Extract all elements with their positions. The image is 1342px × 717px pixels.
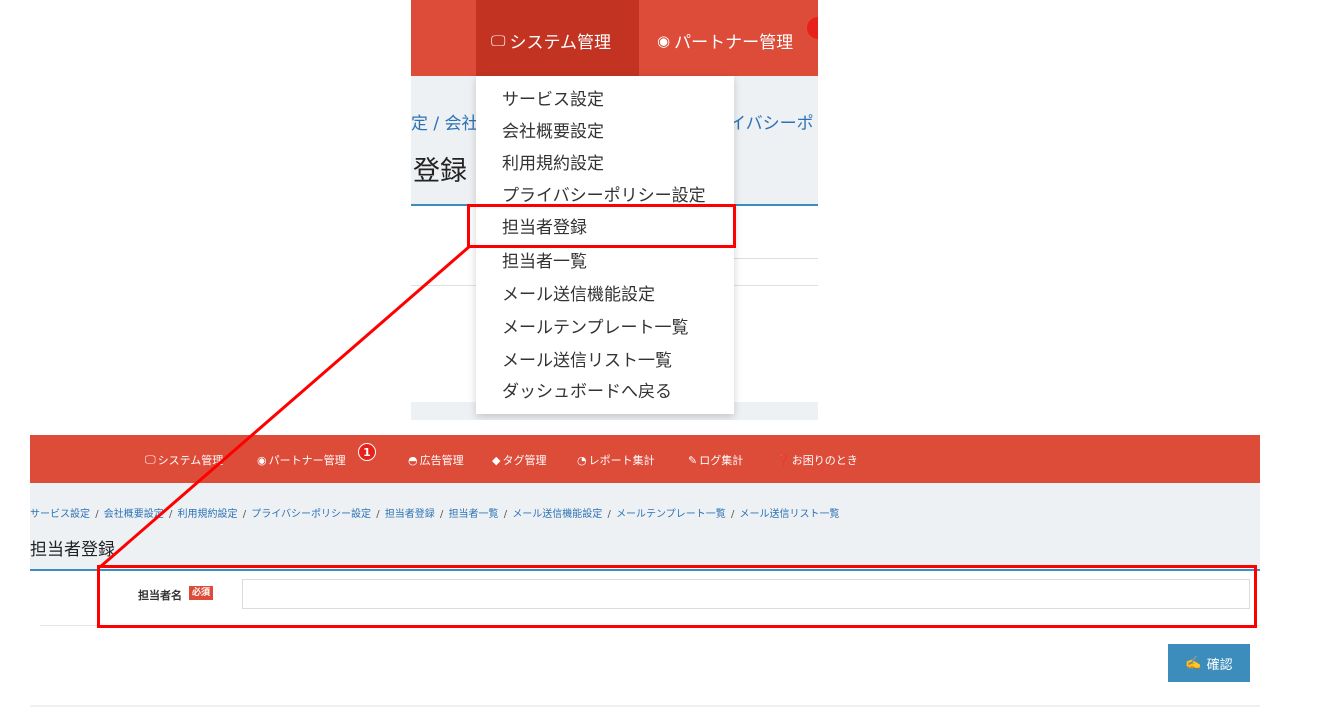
nav-system-label: システム管理: [157, 454, 224, 467]
breadcrumb-item[interactable]: メール送信リスト一覧: [740, 509, 840, 520]
nav-partner-label: パートナー管理: [268, 454, 346, 467]
nav-help[interactable]: ❓ お困りのとき: [776, 452, 858, 468]
zoom-tab-partner-label: パートナー管理: [674, 33, 794, 53]
zoom-tab-system-label: システム管理: [509, 33, 611, 53]
breadcrumb-item[interactable]: サービス設定: [30, 509, 90, 520]
breadcrumb-item[interactable]: 利用規約設定: [178, 509, 238, 520]
breadcrumb-item[interactable]: 担当者登録: [385, 509, 435, 520]
breadcrumb: サービス設定 / 会社概要設定 / 利用規約設定 / プライバシーポリシー設定 …: [30, 505, 840, 520]
edit-icon: ✍: [1185, 655, 1202, 670]
nav-logs[interactable]: ✎ ログ集計: [688, 452, 743, 468]
nav-ads[interactable]: ◓ 広告管理: [408, 452, 464, 468]
breadcrumb-item[interactable]: 会社概要設定: [104, 509, 164, 520]
nav-system[interactable]: 🖵 システム管理: [145, 452, 223, 468]
nav-ads-label: 広告管理: [419, 454, 464, 467]
zoom-page-title: 登録: [413, 156, 467, 187]
zoom-breadcrumb-right: イバシーポ: [729, 114, 814, 134]
tag-icon: ◆: [492, 453, 501, 467]
nav-partner[interactable]: ◉ パートナー管理: [257, 452, 346, 468]
breadcrumb-separator: /: [607, 509, 611, 520]
zoom-tab-partner[interactable]: ◉ パートナー管理: [657, 28, 794, 54]
highlight-box-menu-item: [467, 204, 736, 248]
menu-item-mail-settings[interactable]: メール送信機能設定: [502, 285, 655, 305]
highlight-box-input-row: [97, 565, 1257, 628]
nav-tags[interactable]: ◆ タグ管理: [492, 452, 546, 468]
menu-item-staff-list[interactable]: 担当者一覧: [502, 252, 587, 272]
monitor-icon: 🖵: [491, 31, 506, 50]
page-title: 担当者登録: [30, 540, 115, 560]
question-circle-icon: ❓: [776, 453, 790, 467]
zoom-breadcrumb-left: 定 / 会社: [411, 114, 479, 134]
pencil-icon: ✎: [688, 453, 698, 467]
eye-icon: ◉: [257, 453, 267, 467]
breadcrumb-separator: /: [503, 509, 508, 520]
notification-badge: 1: [358, 443, 376, 461]
menu-item-company-settings[interactable]: 会社概要設定: [502, 122, 604, 142]
zoom-row-divider: [731, 258, 818, 259]
menu-item-privacy-settings[interactable]: プライバシーポリシー設定: [502, 186, 706, 203]
eye-icon: ◉: [657, 31, 671, 50]
menu-item-back-dashboard[interactable]: ダッシュボードへ戻る: [502, 382, 672, 402]
dashboard-icon: ◓: [408, 453, 418, 467]
menu-item-mail-lists[interactable]: メール送信リスト一覧: [502, 351, 672, 371]
pie-chart-icon: ◔: [577, 453, 587, 467]
nav-logs-label: ログ集計: [699, 454, 744, 467]
breadcrumb-separator: /: [168, 509, 173, 520]
nav-help-label: お困りのとき: [791, 454, 858, 467]
breadcrumb-item[interactable]: 担当者一覧: [449, 509, 499, 520]
confirm-button-label: 確認: [1206, 656, 1233, 672]
breadcrumb-separator: /: [730, 509, 735, 520]
breadcrumb-item[interactable]: メール送信機能設定: [512, 509, 602, 520]
nav-tags-label: タグ管理: [502, 454, 547, 467]
main-navbar: 🖵 システム管理 ◉ パートナー管理 1 ◓ 広告管理 ◆ タグ管理 ◔ レポー…: [30, 435, 1260, 483]
nav-reports-label: レポート集計: [588, 454, 655, 467]
zoom-tab-system[interactable]: 🖵 システム管理: [491, 28, 611, 54]
breadcrumb-separator: /: [242, 509, 247, 520]
breadcrumb-separator: /: [440, 509, 444, 520]
breadcrumb-item[interactable]: プライバシーポリシー設定: [251, 509, 371, 520]
breadcrumb-separator: /: [95, 509, 99, 520]
monitor-icon: 🖵: [145, 453, 156, 466]
nav-reports[interactable]: ◔ レポート集計: [577, 452, 655, 468]
menu-item-terms-settings[interactable]: 利用規約設定: [502, 154, 604, 174]
breadcrumb-item[interactable]: メールテンプレート一覧: [616, 509, 726, 520]
menu-item-mail-templates[interactable]: メールテンプレート一覧: [502, 318, 689, 338]
confirm-button[interactable]: ✍ 確認: [1168, 644, 1250, 682]
menu-item-service-settings[interactable]: サービス設定: [502, 90, 604, 110]
breadcrumb-separator: /: [376, 509, 380, 520]
